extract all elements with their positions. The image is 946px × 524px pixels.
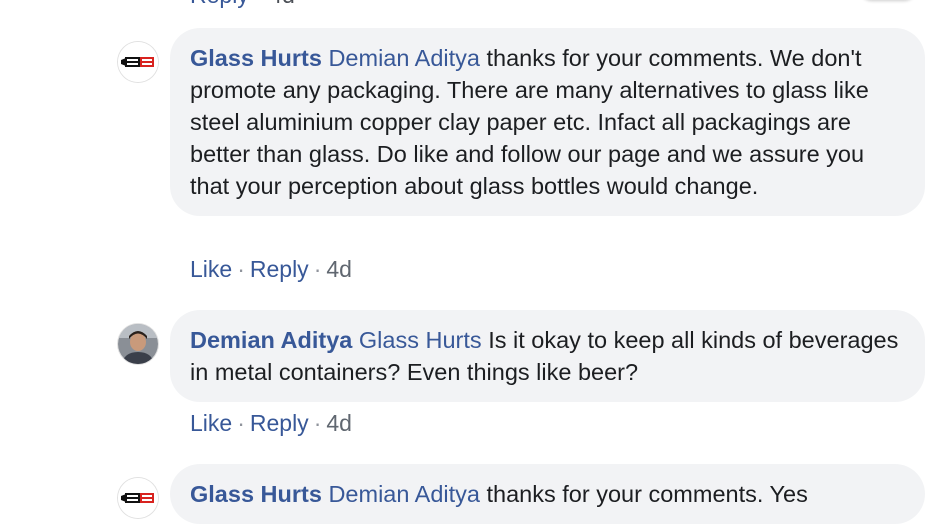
avatar[interactable] <box>118 478 158 518</box>
reply-link[interactable]: Reply <box>190 0 249 8</box>
separator-dot: · <box>237 410 245 436</box>
separator-dot: · <box>313 410 322 436</box>
like-link[interactable]: Like <box>190 410 232 436</box>
glass-hurts-logo-icon <box>118 478 158 518</box>
comment-text: thanks for your comments. Yes <box>486 481 808 507</box>
comment-mention[interactable]: Glass Hurts <box>359 327 482 353</box>
like-link[interactable]: Like <box>190 256 232 282</box>
avatar[interactable] <box>118 324 158 364</box>
timestamp: 4d <box>326 256 352 282</box>
comment-author[interactable]: Demian Aditya <box>190 327 352 353</box>
avatar[interactable] <box>118 42 158 82</box>
comment-actions: Like · Reply · 4d <box>190 410 352 437</box>
comment-actions: Like · Reply · 4d <box>190 256 352 283</box>
comment-author[interactable]: Glass Hurts <box>190 45 322 71</box>
comment-author[interactable]: Glass Hurts <box>190 481 322 507</box>
timestamp: 4d <box>269 0 295 8</box>
comment-bubble: Glass Hurts Demian Aditya thanks for you… <box>170 28 925 216</box>
comment-bubble: Glass Hurts Demian Aditya thanks for you… <box>170 464 925 524</box>
reply-link[interactable]: Reply <box>250 256 309 282</box>
previous-comment-actions: Reply · 4d <box>190 0 295 9</box>
comment-mention[interactable]: Demian Aditya <box>328 45 480 71</box>
separator-dot: · <box>237 256 245 282</box>
comment-bubble: Demian Aditya Glass Hurts Is it okay to … <box>170 310 925 402</box>
glass-hurts-logo-icon <box>118 42 158 82</box>
user-photo-icon <box>118 324 158 364</box>
comment-mention[interactable]: Demian Aditya <box>328 481 480 507</box>
separator-dot: · <box>255 0 269 8</box>
separator-dot: · <box>313 256 322 282</box>
reply-link[interactable]: Reply <box>250 410 309 436</box>
timestamp: 4d <box>326 410 352 436</box>
